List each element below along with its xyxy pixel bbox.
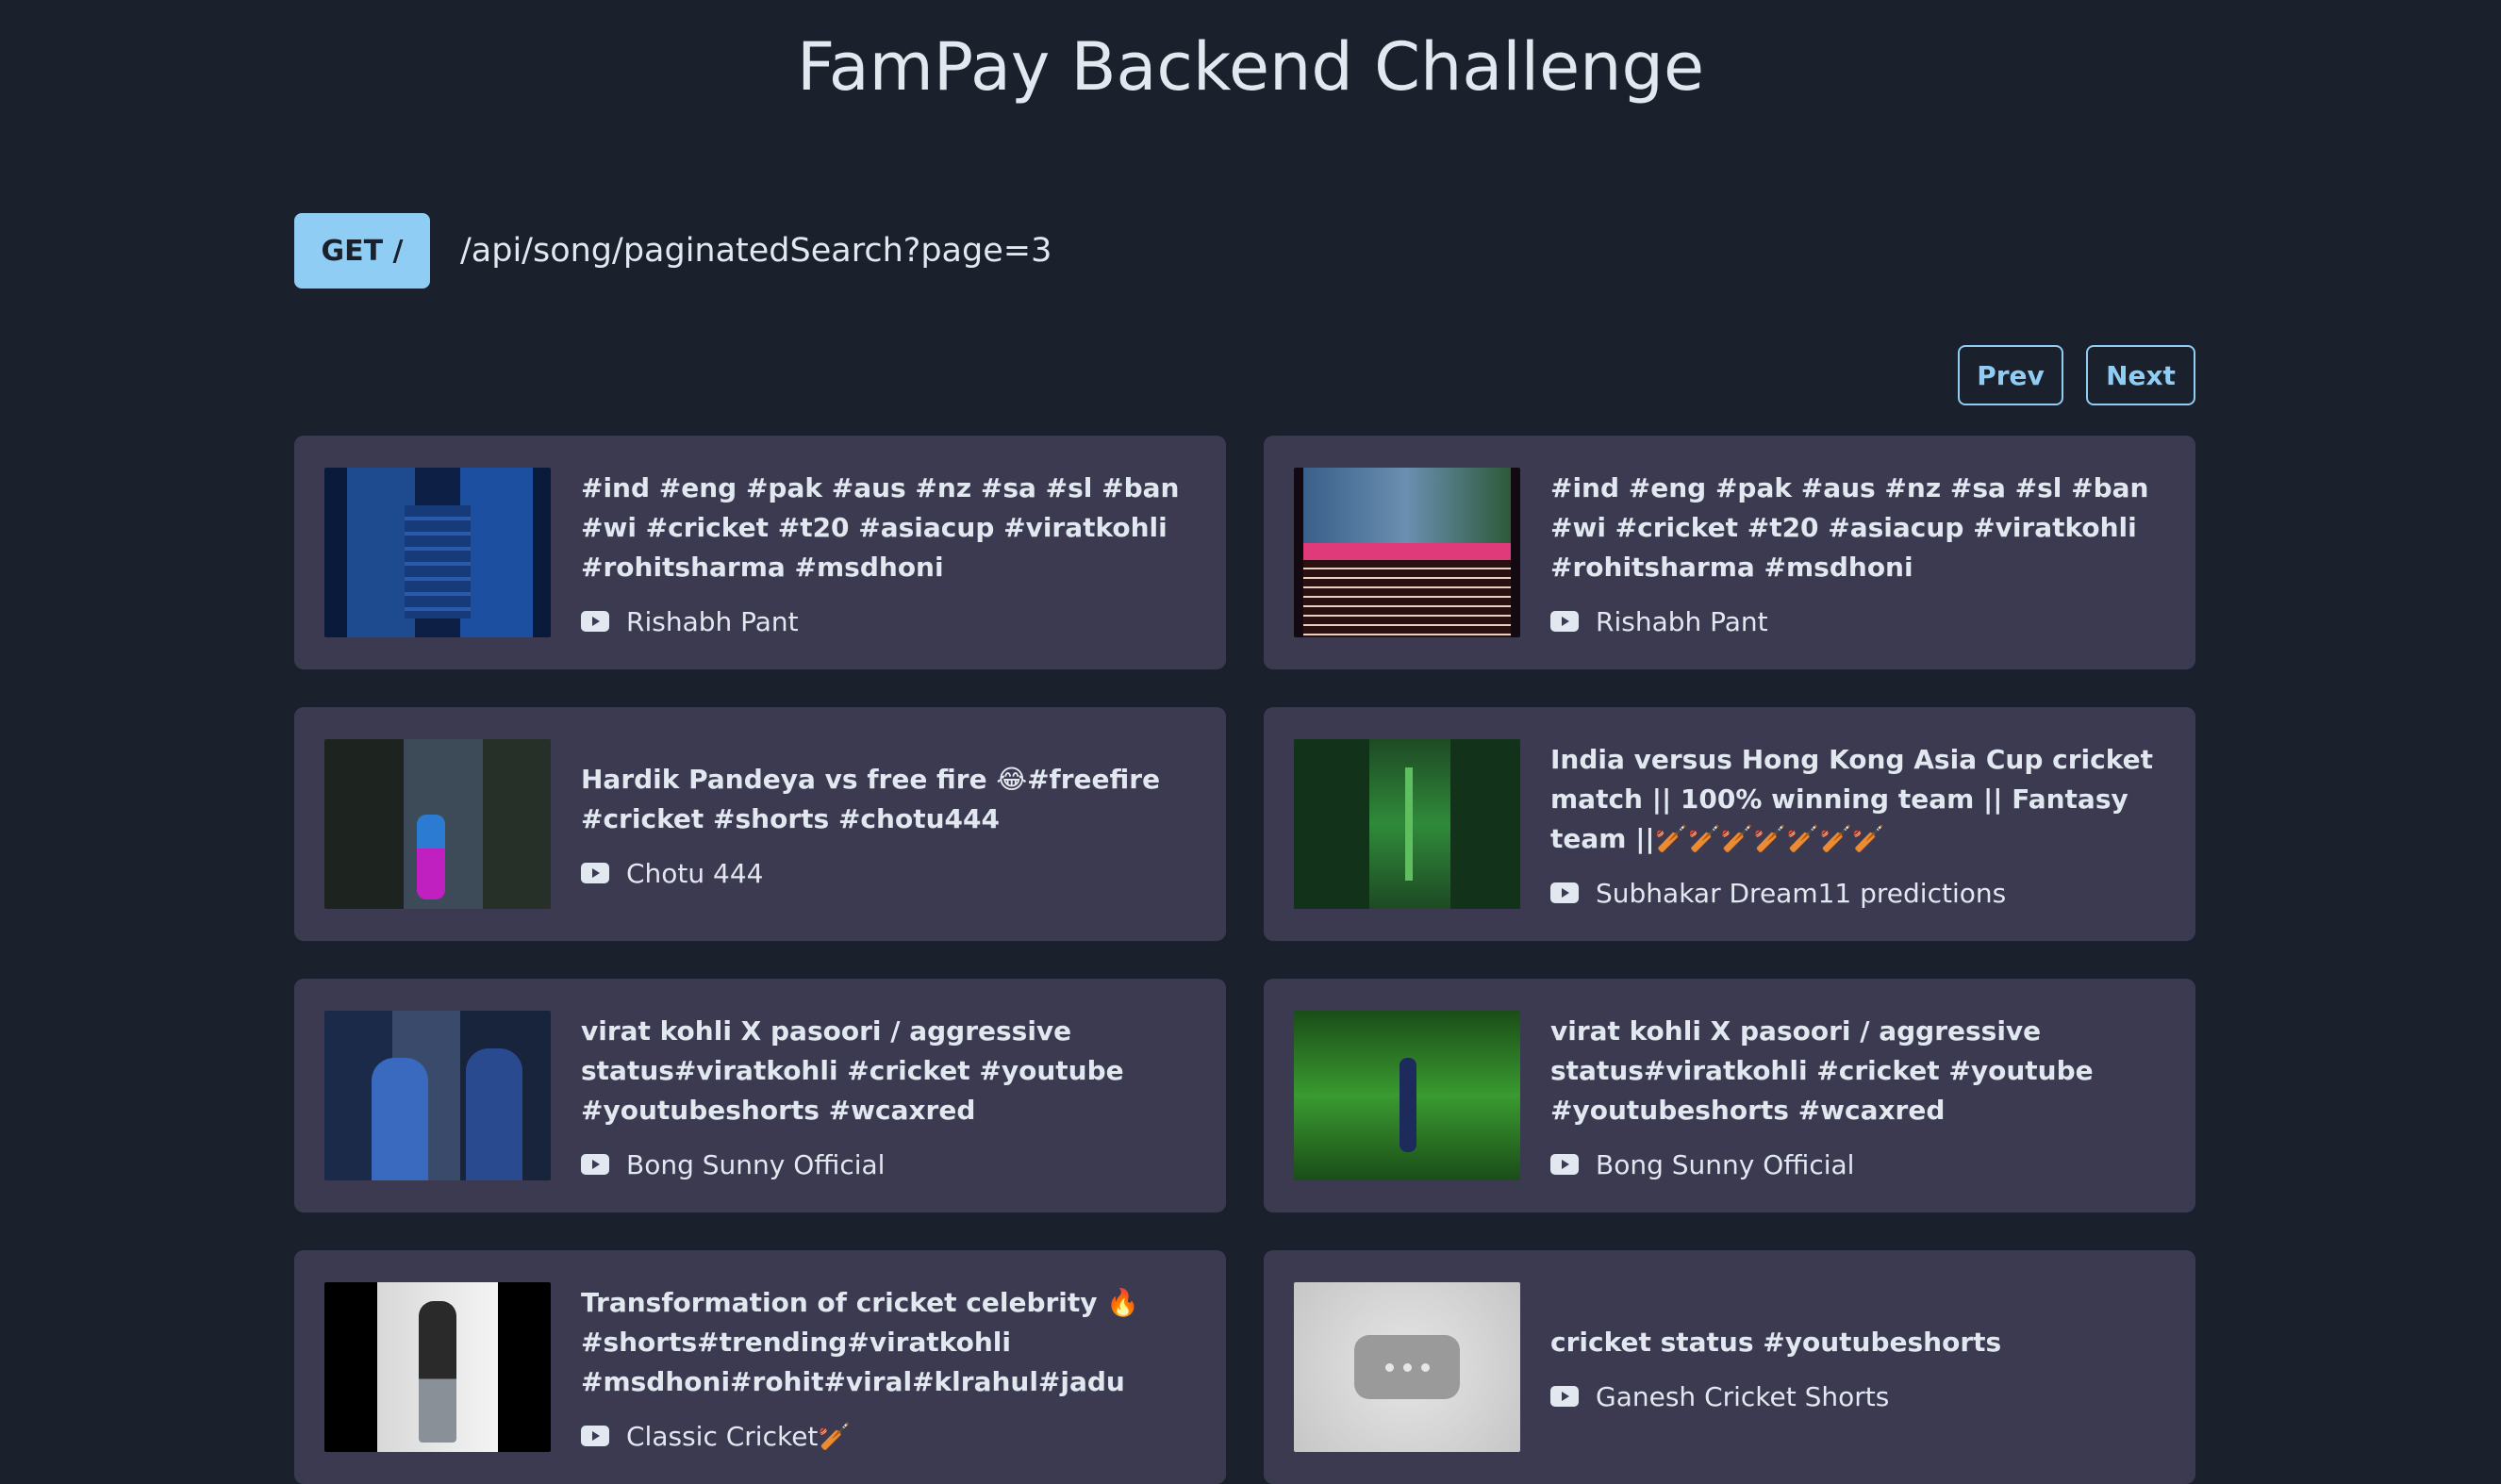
- video-card[interactable]: India versus Hong Kong Asia Cup cricket …: [1264, 707, 2195, 941]
- prev-button[interactable]: Prev: [1958, 345, 2063, 405]
- endpoint-path: /api/song/paginatedSearch?page=3: [460, 232, 1052, 270]
- method-badge: GET /: [294, 213, 430, 289]
- video-grid: #ind #eng #pak #aus #nz #sa #sl #ban #wi…: [294, 436, 2195, 1484]
- video-card[interactable]: Hardik Pandeya vs free fire 😂#freefire #…: [294, 707, 1226, 941]
- video-title: #ind #eng #pak #aus #nz #sa #sl #ban #wi…: [1550, 471, 2149, 583]
- channel-name: Classic Cricket🏏: [626, 1420, 852, 1452]
- video-card[interactable]: #ind #eng #pak #aus #nz #sa #sl #ban #wi…: [294, 436, 1226, 669]
- channel-name: Bong Sunny Official: [626, 1148, 886, 1180]
- video-title: Hardik Pandeya vs free fire 😂#freefire #…: [581, 763, 1161, 834]
- youtube-icon: [581, 863, 609, 883]
- channel-row: Chotu 444: [581, 858, 1196, 889]
- video-thumbnail[interactable]: [324, 739, 551, 909]
- next-button[interactable]: Next: [2086, 345, 2195, 405]
- channel-row: Bong Sunny Official: [1550, 1149, 2165, 1180]
- youtube-icon: [1550, 1154, 1579, 1175]
- channel-row: Classic Cricket🏏: [581, 1421, 1196, 1452]
- video-thumbnail[interactable]: [1294, 1011, 1520, 1180]
- video-title: Transformation of cricket celebrity 🔥 #s…: [581, 1286, 1140, 1397]
- pagination: Prev Next: [1958, 345, 2195, 405]
- channel-row: Rishabh Pant: [1550, 606, 2165, 637]
- video-card[interactable]: virat kohli X pasoori / aggressive statu…: [294, 979, 1226, 1212]
- video-thumbnail[interactable]: [324, 468, 551, 637]
- channel-row: Bong Sunny Official: [581, 1149, 1196, 1180]
- youtube-icon: [581, 611, 609, 632]
- channel-name: Chotu 444: [626, 857, 764, 889]
- video-title: cricket status #youtubeshorts: [1550, 1326, 2002, 1358]
- video-card[interactable]: #ind #eng #pak #aus #nz #sa #sl #ban #wi…: [1264, 436, 2195, 669]
- channel-name: Bong Sunny Official: [1596, 1148, 1855, 1180]
- youtube-icon: [581, 1426, 609, 1446]
- more-icon: [1354, 1335, 1460, 1399]
- video-card[interactable]: cricket status #youtubeshorts Ganesh Cri…: [1264, 1250, 2195, 1484]
- channel-row: Rishabh Pant: [581, 606, 1196, 637]
- youtube-icon: [581, 1154, 609, 1175]
- channel-row: Subhakar Dream11 predictions: [1550, 878, 2165, 909]
- channel-name: Subhakar Dream11 predictions: [1596, 877, 2007, 909]
- video-title: India versus Hong Kong Asia Cup cricket …: [1550, 743, 2153, 854]
- video-thumbnail[interactable]: [1294, 468, 1520, 637]
- video-thumbnail[interactable]: [324, 1282, 551, 1452]
- video-title: virat kohli X pasoori / aggressive statu…: [581, 1014, 1124, 1126]
- endpoint-bar: GET / /api/song/paginatedSearch?page=3: [294, 213, 1052, 289]
- video-thumbnail-placeholder[interactable]: [1294, 1282, 1520, 1452]
- video-thumbnail[interactable]: [324, 1011, 551, 1180]
- video-title: virat kohli X pasoori / aggressive statu…: [1550, 1014, 2094, 1126]
- channel-name: Rishabh Pant: [1596, 605, 1768, 637]
- youtube-icon: [1550, 882, 1579, 903]
- video-card[interactable]: virat kohli X pasoori / aggressive statu…: [1264, 979, 2195, 1212]
- channel-row: Ganesh Cricket Shorts: [1550, 1381, 2165, 1412]
- channel-name: Rishabh Pant: [626, 605, 799, 637]
- youtube-icon: [1550, 1386, 1579, 1407]
- page-title: FamPay Backend Challenge: [796, 28, 1705, 106]
- video-card[interactable]: Transformation of cricket celebrity 🔥 #s…: [294, 1250, 1226, 1484]
- video-thumbnail[interactable]: [1294, 739, 1520, 909]
- video-title: #ind #eng #pak #aus #nz #sa #sl #ban #wi…: [581, 471, 1180, 583]
- channel-name: Ganesh Cricket Shorts: [1596, 1380, 1890, 1412]
- youtube-icon: [1550, 611, 1579, 632]
